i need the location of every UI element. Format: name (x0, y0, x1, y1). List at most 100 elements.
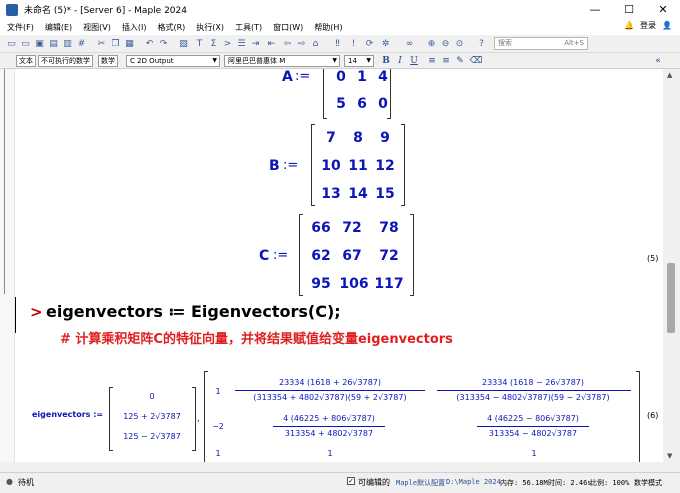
section-icon[interactable]: ☰ (236, 38, 247, 49)
matrix-cell: 66 (311, 220, 331, 236)
matrix-cell: 62 (311, 248, 331, 264)
restart-icon[interactable]: ⟳ (364, 38, 375, 49)
align-left-icon[interactable]: ≡ (426, 55, 438, 67)
matrix-cell: 72 (342, 220, 362, 236)
scroll-down-icon[interactable]: ▼ (667, 452, 672, 460)
vertical-scrollbar[interactable]: ▲ ▼ (663, 69, 680, 462)
matrix-cell: 14 (348, 186, 368, 202)
underline-button[interactable]: U (408, 55, 420, 67)
section-gutter (0, 69, 15, 462)
scroll-up-icon[interactable]: ▲ (667, 71, 672, 79)
eigenvalue: 125 − 2√3787 (123, 432, 181, 441)
menu-window[interactable]: 窗口(W) (273, 22, 303, 33)
matrix-b-label: B (269, 158, 280, 174)
nonexec-math-button[interactable]: 不可执行的数学 (38, 55, 93, 67)
italic-button[interactable]: I (394, 55, 406, 67)
font-dropdown[interactable]: 阿里巴巴普惠体 M ▼ (224, 55, 340, 67)
export-icon[interactable]: ▥ (62, 38, 73, 49)
comment-text: # 计算乘积矩阵C的特征向量，并将结果赋值给变量eigenvectors (60, 332, 453, 347)
menu-help[interactable]: 帮助(H) (314, 22, 342, 33)
text-mode-icon[interactable]: T (194, 38, 205, 49)
home-icon[interactable]: ⌂ (310, 38, 321, 49)
matrix-cell: 95 (311, 276, 331, 292)
user-icon[interactable]: 👤 (662, 21, 672, 30)
menu-format[interactable]: 格式(R) (157, 22, 185, 33)
editable-checkbox[interactable]: ✓ (347, 477, 355, 485)
worksheet[interactable]: A := 0 1 4 5 6 0 B := 7 8 9 10 11 12 13 … (15, 69, 663, 462)
zoom-fit-icon[interactable]: ⊙ (454, 38, 465, 49)
matrix-cell: 11 (348, 158, 368, 174)
math-mode-icon[interactable]: Σ (208, 38, 219, 49)
matrix-a-label: A (282, 69, 293, 85)
outdent-icon[interactable]: ⇤ (266, 38, 277, 49)
cut-icon[interactable]: ✂ (96, 38, 107, 49)
menu-view[interactable]: 视图(V) (83, 22, 111, 33)
link-icon[interactable]: ∞ (404, 38, 415, 49)
menu-execute[interactable]: 执行(X) (196, 22, 224, 33)
vector-entry-denominator: (313354 + 4802√3787)(59 + 2√3787) (253, 393, 407, 402)
matrix-cell: 9 (380, 130, 390, 146)
collapse-icon[interactable]: « (652, 55, 664, 67)
grid-icon[interactable]: # (76, 38, 87, 49)
size-dropdown[interactable]: 14 ▼ (344, 55, 374, 67)
math-mode-button[interactable]: 数学 (98, 55, 118, 67)
copy-icon[interactable]: ❐ (110, 38, 121, 49)
back-icon[interactable]: ⇦ (282, 38, 293, 49)
menu-insert[interactable]: 插入(I) (122, 22, 147, 33)
zoom-in-icon[interactable]: ⊕ (426, 38, 437, 49)
bell-icon[interactable]: 🔔 (624, 21, 634, 30)
stop-icon[interactable]: ! (348, 38, 359, 49)
section-bracket[interactable] (4, 69, 5, 294)
menu-edit[interactable]: 编辑(E) (45, 22, 72, 33)
matrix-c-bracket-right (410, 214, 414, 296)
chevron-down-icon: ▼ (212, 57, 217, 64)
close-button[interactable]: ✕ (646, 0, 680, 19)
path-link[interactable]: D:\Maple 2024 (446, 478, 501, 486)
undo-icon[interactable]: ↶ (144, 38, 155, 49)
scrollbar-thumb[interactable] (667, 263, 675, 333)
matrix-cell: 15 (375, 186, 395, 202)
bold-button[interactable]: B (380, 55, 392, 67)
zoom-out-icon[interactable]: ⊖ (440, 38, 451, 49)
align-center-icon[interactable]: ≡ (440, 55, 452, 67)
execute-all-icon[interactable]: ‼ (332, 38, 343, 49)
paste-icon[interactable]: ▦ (124, 38, 135, 49)
maple-leaf-icon (6, 3, 18, 16)
ready-icon: ● (6, 477, 13, 486)
prompt-icon[interactable]: > (222, 38, 233, 49)
maximize-button[interactable]: ☐ (612, 0, 646, 19)
search-input[interactable]: 搜索 Alt+S (494, 37, 588, 50)
clear-format-icon[interactable]: ⌫ (470, 55, 483, 67)
menu-tools[interactable]: 工具(T) (235, 22, 262, 33)
matrix-cell: 117 (374, 276, 404, 292)
vector-entry: 1 (215, 449, 221, 458)
login-link[interactable]: 登录 (640, 20, 656, 31)
highlight-icon[interactable]: ✎ (454, 55, 466, 67)
horizontal-spacer (0, 462, 680, 472)
open-icon[interactable]: ▭ (20, 38, 31, 49)
text-mode-button[interactable]: 文本 (16, 55, 36, 67)
help-icon[interactable]: ? (476, 38, 487, 49)
indent-icon[interactable]: ⇥ (250, 38, 261, 49)
matrix-b-assign: := (283, 158, 299, 173)
matrix-cell: 106 (339, 276, 369, 292)
command-input[interactable]: eigenvectors ≔ Eigenvectors(C); (46, 302, 341, 321)
vector-entry: 1 (531, 449, 537, 458)
print-icon[interactable]: ▤ (48, 38, 59, 49)
insert-math-icon[interactable]: ▧ (178, 38, 189, 49)
forward-icon[interactable]: ⇨ (296, 38, 307, 49)
minimize-button[interactable]: — (578, 0, 612, 19)
matrix-cell: 7 (326, 130, 336, 146)
style-dropdown[interactable]: C 2D Output ▼ (126, 55, 220, 67)
result-label: eigenvectors := (32, 410, 104, 419)
maple-default-link[interactable]: Maple默认配置 (396, 478, 445, 488)
matrix-c-assign: := (273, 248, 289, 263)
debug-icon[interactable]: ✲ (380, 38, 391, 49)
editable-label: 可编辑的 (358, 478, 390, 487)
new-icon[interactable]: ▭ (6, 38, 17, 49)
save-icon[interactable]: ▣ (34, 38, 45, 49)
matrix-cell: 8 (353, 130, 363, 146)
redo-icon[interactable]: ↷ (158, 38, 169, 49)
vector-entry-numerator: 23334 (1618 − 26√3787) (481, 378, 585, 387)
menu-file[interactable]: 文件(F) (7, 22, 34, 33)
